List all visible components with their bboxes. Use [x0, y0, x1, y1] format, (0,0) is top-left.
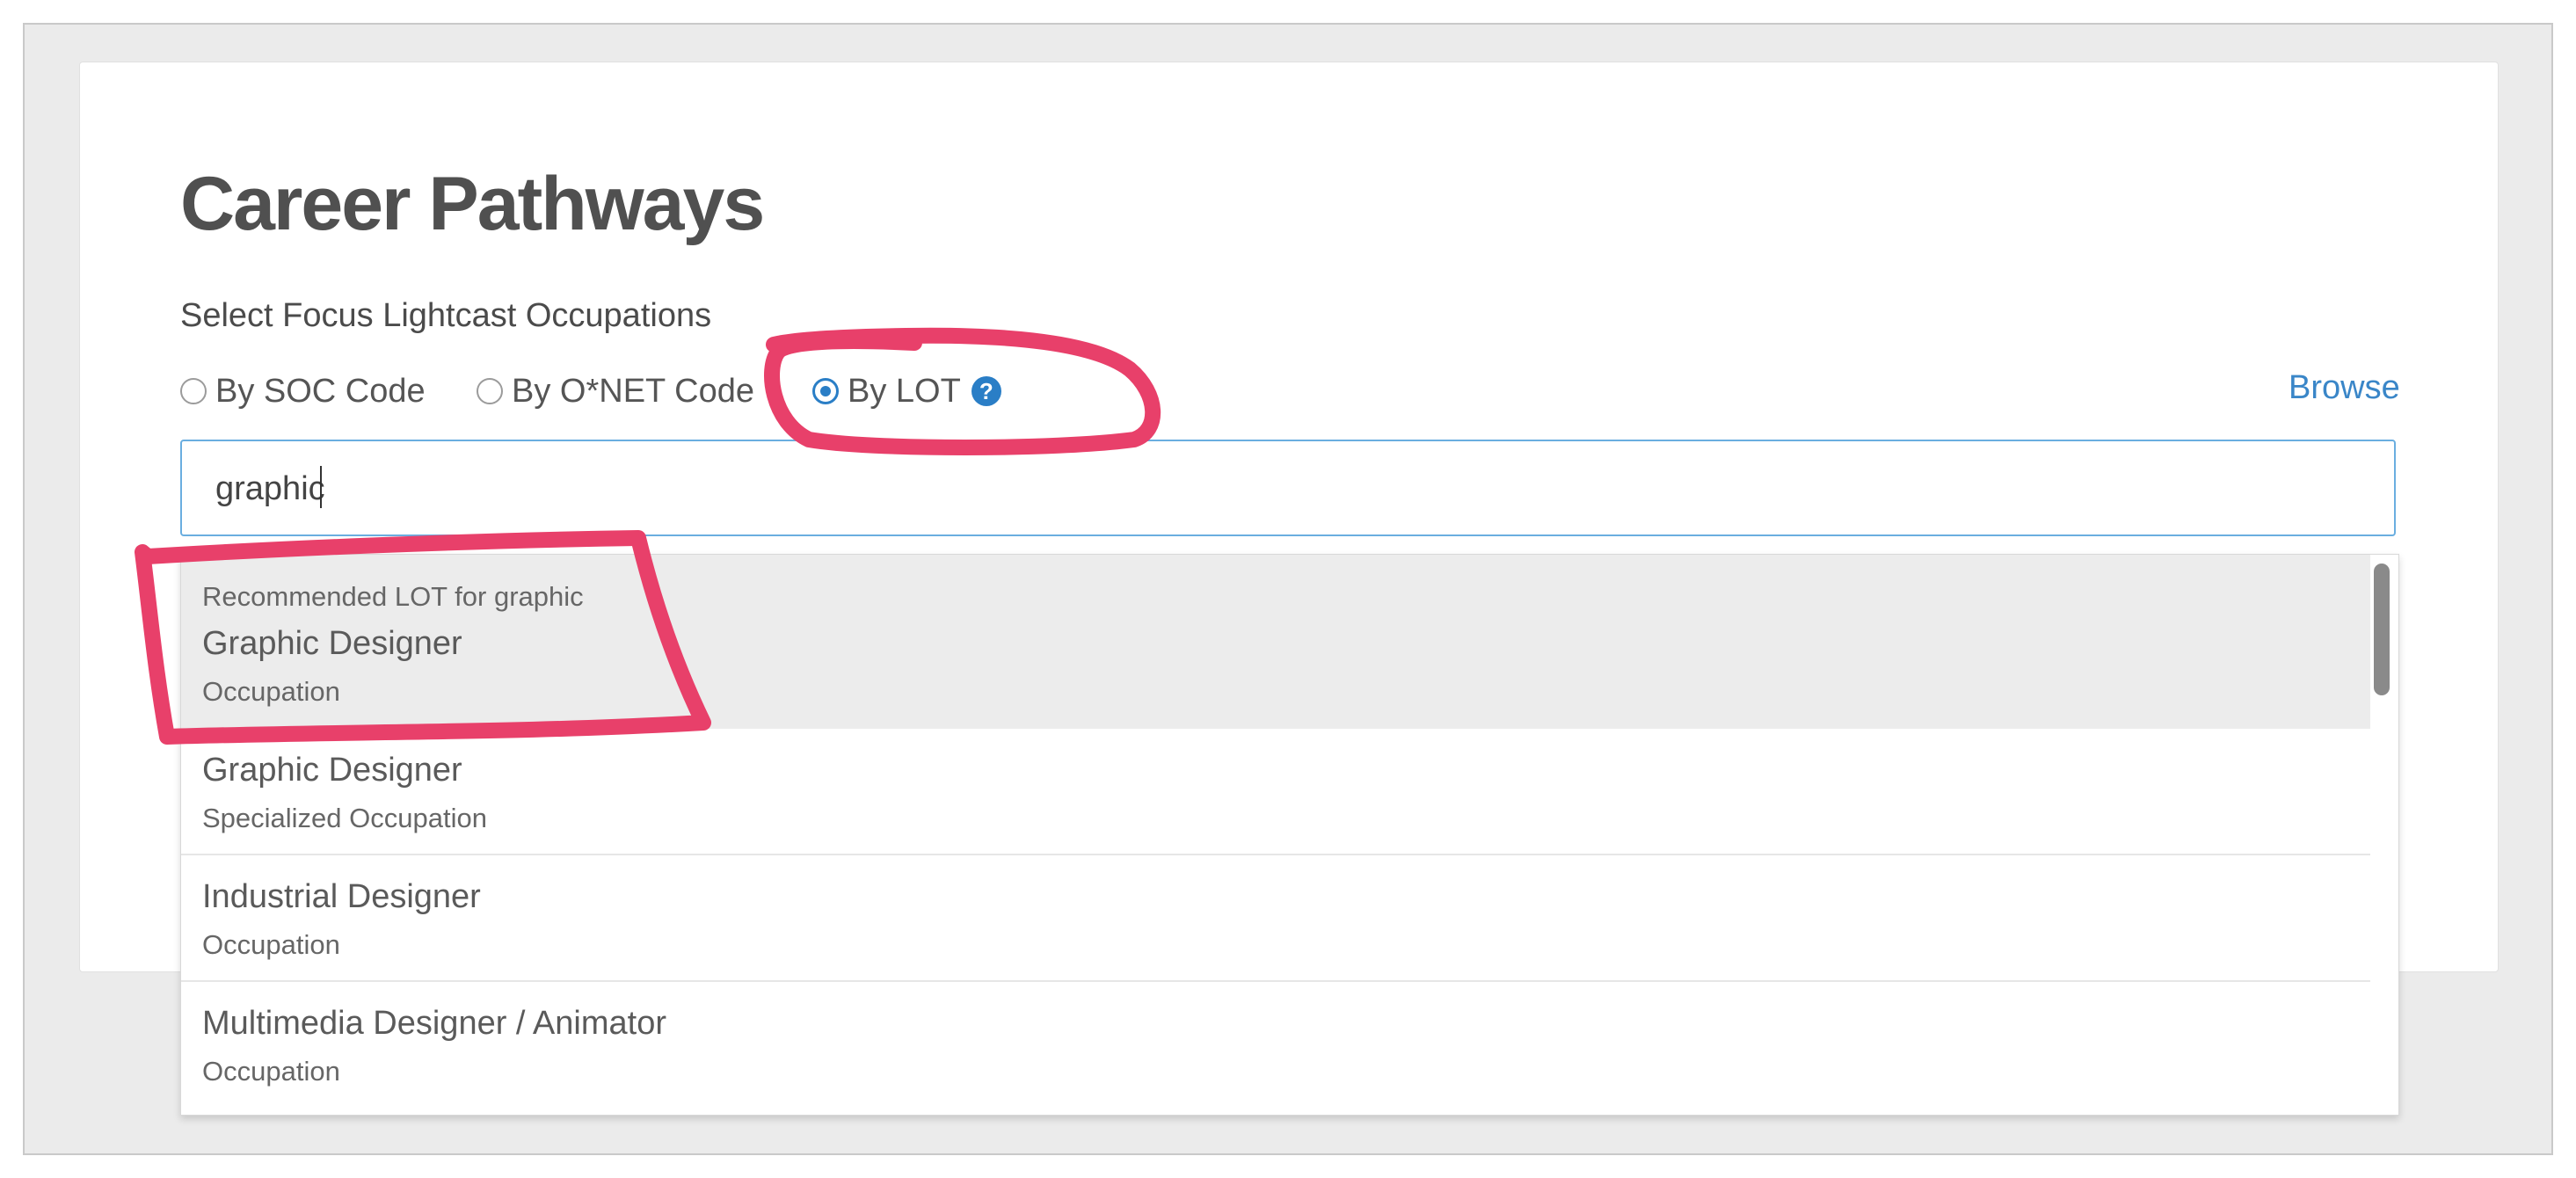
radio-button-icon[interactable]: [180, 378, 207, 404]
option-name: Graphic Designer: [202, 752, 462, 789]
radio-label: By O*NET Code: [512, 372, 754, 410]
option-type: Occupation: [202, 929, 340, 960]
dropdown-option[interactable]: Recommended LOT for graphic Graphic Desi…: [181, 555, 2370, 729]
dropdown-scrollbar[interactable]: [2374, 564, 2390, 695]
radio-by-lot[interactable]: By LOT ?: [812, 369, 1001, 413]
help-icon[interactable]: ?: [971, 376, 1001, 406]
dropdown-option[interactable]: Graphic Designer Specialized Occupation: [181, 729, 2370, 855]
dropdown-option[interactable]: Industrial Designer Occupation: [181, 855, 2370, 982]
dropdown-group-label: Recommended LOT for graphic: [202, 581, 584, 612]
page-title: Career Pathways: [180, 162, 765, 246]
radio-label: By SOC Code: [215, 372, 426, 410]
section-subtitle: Select Focus Lightcast Occupations: [180, 297, 712, 334]
option-name: Multimedia Designer / Animator: [202, 1005, 666, 1042]
option-type: Occupation: [202, 676, 340, 707]
radio-button-icon[interactable]: [477, 378, 503, 404]
radio-label: By LOT: [848, 372, 961, 410]
autocomplete-dropdown: Recommended LOT for graphic Graphic Desi…: [180, 554, 2399, 1116]
option-name: Graphic Designer: [202, 625, 462, 662]
browse-link[interactable]: Browse: [2289, 369, 2400, 407]
radio-by-onet[interactable]: By O*NET Code: [477, 369, 754, 413]
occupation-search-input[interactable]: graphic: [180, 440, 2396, 536]
radio-button-selected-icon[interactable]: [812, 378, 839, 404]
dropdown-option[interactable]: Multimedia Designer / Animator Occupatio…: [181, 982, 2370, 1115]
search-input-value: graphic: [215, 470, 325, 507]
option-name: Industrial Designer: [202, 878, 481, 915]
text-cursor: [320, 466, 322, 508]
radio-by-soc[interactable]: By SOC Code: [180, 369, 426, 413]
option-type: Specialized Occupation: [202, 803, 487, 833]
option-type: Occupation: [202, 1056, 340, 1087]
